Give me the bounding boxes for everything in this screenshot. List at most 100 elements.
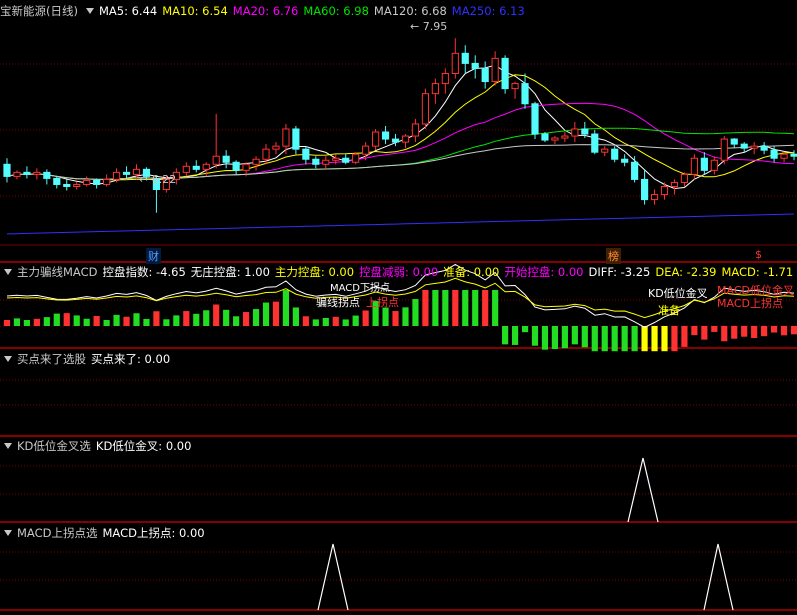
high-price-label: ← 7.95 — [410, 20, 448, 33]
billboard-mark[interactable]: 榜 — [606, 248, 621, 264]
candle-body-69 — [690, 157, 698, 175]
macd-panel-title[interactable]: 主力骗线MACD — [17, 265, 97, 279]
shangdian-annotation: 上拐点 — [366, 296, 399, 309]
low-price-label: ← 6.22 — [139, 173, 177, 186]
macd-bar-72 — [721, 326, 728, 342]
macdup-panel-title[interactable]: MACD上拐点选 — [17, 526, 97, 540]
candle-body-75 — [750, 145, 758, 149]
ma120-label: MA120: 6.68 — [373, 4, 447, 18]
ma5-label: MA5: 6.44 — [98, 4, 158, 18]
dollar-mark[interactable]: $ — [755, 248, 762, 261]
macd-bar-32 — [322, 317, 329, 326]
candle-body-40 — [401, 135, 410, 143]
macd-bar-52 — [521, 326, 529, 333]
macd-bar-25 — [252, 309, 260, 326]
stock-title[interactable]: 宝新能源(日线) — [0, 4, 78, 18]
macd-bar-45 — [452, 290, 459, 326]
macd-bar-11 — [113, 314, 120, 326]
macdup-panel-header: MACD上拐点选 MACD上拐点: 0.00 — [0, 525, 210, 541]
macd-bar-17 — [173, 315, 180, 326]
macd-bar-12 — [123, 316, 130, 326]
candle-body-33 — [332, 157, 340, 161]
macd-bar-29 — [292, 307, 299, 326]
macd-bar-23 — [233, 316, 240, 326]
chevron-down-icon[interactable] — [4, 269, 12, 275]
macd-bar-27 — [272, 301, 280, 326]
macd-item-3: 控盘减弱: 0.00 — [359, 265, 439, 279]
macd-item-6: DIFF: -3.25 — [588, 265, 651, 279]
macd-item-5: 开始控盘: 0.00 — [504, 265, 584, 279]
kd-panel-header: KD低位金叉选 KD低位金叉: 0.00 — [0, 438, 196, 454]
candle-body-24 — [242, 163, 250, 171]
candle-body-34 — [342, 157, 350, 163]
macd-bar-50 — [502, 326, 509, 345]
macd-item-1: 无庄控盘: 1.00 — [190, 265, 270, 279]
macd-bar-2 — [23, 320, 30, 326]
candle-body-79 — [790, 153, 797, 157]
macd-bar-65 — [651, 326, 658, 352]
macd-bar-14 — [143, 318, 150, 326]
candle-body-63 — [631, 161, 639, 180]
candle-body-68 — [680, 173, 689, 183]
candle-body-0 — [3, 163, 11, 177]
macd-bar-76 — [761, 326, 768, 337]
macd-bar-57 — [571, 326, 578, 345]
moving-average-lines — [6, 64, 795, 235]
candle-body-2 — [23, 171, 31, 175]
macd-bar-24 — [242, 312, 250, 326]
macd-bar-21 — [213, 304, 220, 326]
macd-bar-3 — [33, 318, 40, 326]
candle-body-43 — [431, 83, 439, 95]
kd-cross-spike — [627, 457, 659, 523]
candle-body-30 — [302, 148, 310, 160]
macd-bar-8 — [83, 318, 90, 326]
candle-body-42 — [421, 93, 429, 125]
candle-body-58 — [581, 128, 589, 135]
pianxian-annotation: 骗线拐点 — [316, 296, 360, 309]
macdup-panel-value: MACD上拐点: 0.00 — [102, 526, 205, 540]
candle-body-56 — [561, 135, 569, 139]
macd-bar-18 — [183, 311, 190, 326]
zhunbei-annotation: 准备 — [658, 304, 680, 317]
chevron-down-icon[interactable] — [4, 356, 12, 362]
candle-body-21 — [212, 155, 220, 165]
candle-body-36 — [362, 145, 370, 155]
candle-body-78 — [780, 153, 788, 159]
macd-bar-59 — [591, 326, 598, 352]
macd-bar-20 — [203, 310, 210, 326]
macd-bar-79 — [790, 326, 797, 335]
macd-item-2: 主力控盘: 0.00 — [274, 265, 355, 279]
candle-body-50 — [501, 57, 509, 90]
macd-bar-49 — [492, 290, 499, 326]
macd-bar-22 — [223, 309, 230, 326]
candle-body-66 — [660, 185, 669, 196]
macd-bar-1 — [13, 318, 21, 326]
candle-body-31 — [312, 158, 320, 165]
macd-down-annotation: MACD下拐点 — [330, 283, 390, 294]
macd-bar-36 — [362, 310, 369, 326]
macd-bar-53 — [531, 326, 539, 346]
buy-panel-title[interactable]: 买点来了选股 — [17, 352, 86, 366]
candle-body-74 — [740, 143, 748, 149]
macd-bar-39 — [392, 311, 399, 326]
candle-body-52 — [521, 83, 529, 105]
kd-panel-title[interactable]: KD低位金叉选 — [17, 439, 91, 453]
chevron-down-icon[interactable] — [4, 443, 12, 449]
candle-body-72 — [720, 138, 728, 161]
macd-item-0: 控盘指数: -4.65 — [102, 265, 186, 279]
chevron-down-icon[interactable] — [85, 8, 94, 14]
finance-mark[interactable]: 财 — [146, 248, 161, 264]
candle-body-55 — [551, 137, 559, 141]
chevron-down-icon[interactable] — [4, 530, 12, 536]
kd-panel-value: KD低位金叉: 0.00 — [95, 439, 192, 453]
macd-bar-19 — [193, 313, 200, 326]
macd-bar-7 — [73, 315, 80, 326]
macd-bar-56 — [561, 326, 568, 349]
candle-body-11 — [112, 171, 121, 180]
candle-body-57 — [571, 128, 579, 137]
candle-body-45 — [451, 52, 459, 74]
macd-bar-16 — [163, 319, 170, 326]
macd-bar-15 — [153, 311, 160, 326]
candle-body-46 — [461, 52, 469, 64]
macd-bar-41 — [412, 299, 419, 326]
